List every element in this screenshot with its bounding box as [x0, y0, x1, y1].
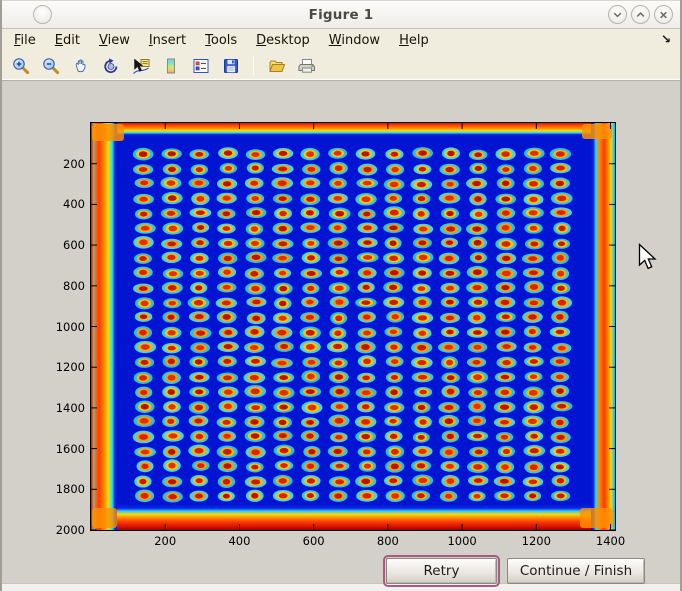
- zoom-out-icon: [41, 56, 61, 76]
- window-resize-edge[interactable]: [2, 583, 680, 591]
- figure-toolbar: [2, 52, 680, 80]
- menu-edit[interactable]: Edit: [55, 33, 80, 48]
- tick-label: 1000: [440, 534, 484, 548]
- open-file-button[interactable]: [265, 54, 288, 77]
- data-cursor-icon: [131, 56, 151, 76]
- insert-colorbar-button[interactable]: [159, 54, 182, 77]
- menu-help[interactable]: Help: [399, 33, 429, 48]
- tick-label: 800: [366, 534, 410, 548]
- toolbar-separator: [253, 56, 254, 76]
- tick-label: 800: [45, 279, 85, 293]
- menu-view[interactable]: View: [99, 33, 130, 48]
- tick-label: 1400: [45, 401, 85, 415]
- minimize-button[interactable]: [608, 5, 627, 24]
- rotate-3d-button[interactable]: [99, 54, 122, 77]
- print-figure-button[interactable]: [295, 54, 318, 77]
- tick-label: 400: [45, 197, 85, 211]
- printer-icon: [297, 56, 317, 76]
- window-title: Figure 1: [2, 7, 680, 23]
- menu-window[interactable]: Window: [329, 33, 380, 48]
- tick-label: 200: [143, 534, 187, 548]
- pan-button[interactable]: [69, 54, 92, 77]
- zoom-out-button[interactable]: [39, 54, 62, 77]
- insert-legend-button[interactable]: [189, 54, 212, 77]
- menu-bar: File Edit View Insert Tools Desktop Window Help…: [2, 29, 680, 52]
- tick-label: 600: [292, 534, 336, 548]
- tick-label: 2000: [45, 523, 85, 537]
- data-cursor-button[interactable]: [129, 54, 152, 77]
- save-figure-button[interactable]: [219, 54, 242, 77]
- menu-file[interactable]: File: [14, 33, 36, 48]
- plot-area[interactable]: [90, 122, 616, 531]
- tick-label: 1200: [45, 360, 85, 374]
- menu-insert[interactable]: Insert: [149, 33, 186, 48]
- tick-label: 400: [217, 534, 261, 548]
- colorbar-icon: [161, 56, 181, 76]
- open-folder-icon: [267, 56, 287, 76]
- mouse-cursor: [638, 243, 658, 271]
- zoom-in-icon: [11, 56, 31, 76]
- continue-finish-button[interactable]: Continue / Finish: [507, 558, 645, 584]
- close-icon: [655, 6, 672, 24]
- save-icon: [221, 56, 241, 76]
- hand-pan-icon: [71, 56, 91, 76]
- tick-label: 1200: [514, 534, 558, 548]
- figure-window: Figure 1 File Edit View Insert Tools Desktop W…: [0, 0, 682, 591]
- rotate-3d-icon: [101, 56, 121, 76]
- tick-label: 1000: [45, 320, 85, 334]
- close-button[interactable]: [654, 5, 673, 24]
- dock-figure-icon[interactable]: ↘: [661, 32, 671, 46]
- menu-desktop[interactable]: Desktop: [256, 33, 310, 48]
- retry-button[interactable]: Retry: [386, 558, 497, 584]
- tick-label: 600: [45, 238, 85, 252]
- legend-icon: [191, 56, 211, 76]
- tick-label: 1800: [45, 482, 85, 496]
- chevron-up-icon: [632, 6, 649, 24]
- tick-label: 1400: [589, 534, 633, 548]
- menu-bar-items: File Edit View Insert Tools Desktop Window Help: [14, 33, 429, 48]
- maximize-button[interactable]: [631, 5, 650, 24]
- menu-tools[interactable]: Tools: [205, 33, 237, 48]
- tick-label: 200: [45, 157, 85, 171]
- figure-canvas: 200 400 600 800 1000 1200 1400 200 400 600 800 1000…: [2, 80, 680, 583]
- chevron-down-icon: [609, 6, 626, 24]
- title-bar: Figure 1: [2, 0, 680, 29]
- zoom-in-button[interactable]: [9, 54, 32, 77]
- tick-label: 1600: [45, 442, 85, 456]
